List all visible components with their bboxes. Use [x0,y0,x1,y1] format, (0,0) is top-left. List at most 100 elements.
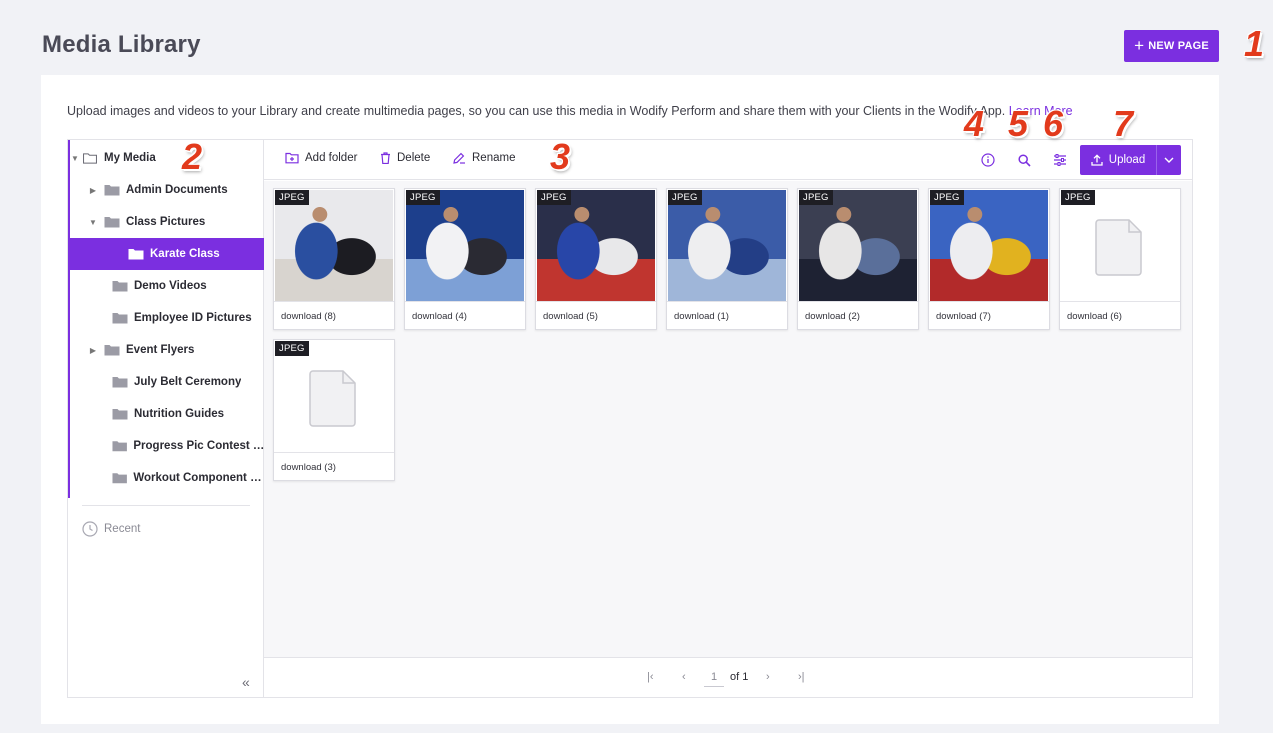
file-type-badge: JPEG [275,341,309,356]
tree-folder-label: Demo Videos [134,280,207,292]
first-page-icon[interactable]: |‹ [647,671,654,683]
media-tile[interactable]: JPEG download (7) [928,188,1050,330]
tree-folder-label: Class Pictures [126,216,206,228]
media-thumbnail-image [930,190,1048,301]
media-tile[interactable]: JPEG download (6) [1059,188,1181,330]
folder-icon [112,409,128,420]
file-name: download (4) [405,301,525,329]
folder-icon [112,377,128,388]
recent-label: Recent [104,523,141,535]
annotation-number: 6 [1043,103,1064,144]
media-tile[interactable]: JPEG download (1) [666,188,788,330]
delete-label: Delete [397,152,431,164]
add-folder-label: Add folder [305,152,358,164]
media-grid: JPEG download (8) JPEG download (4) JPEG down… [264,181,1192,658]
trash-icon [381,152,390,164]
file-type-badge: JPEG [275,190,309,205]
file-type-badge: JPEG [537,190,571,205]
intro-description: Upload images and videos to your Library… [67,104,1006,118]
media-thumbnail-image [668,190,786,301]
tree-folder-label: July Belt Ceremony [134,376,242,388]
media-tile[interactable]: JPEG download (4) [404,188,526,330]
annotation-number: 5 [1008,103,1029,144]
info-icon[interactable] [979,151,997,169]
upload-icon [1091,154,1103,166]
upload-label: Upload [1108,154,1146,166]
upload-options-dropdown[interactable] [1156,145,1181,175]
prev-page-icon[interactable]: ‹ [682,671,686,683]
annotation-number: 7 [1113,103,1134,144]
tree-folder-item[interactable]: ▶ Admin Documents [70,174,265,206]
media-thumbnail-image [275,190,393,301]
page-number-input[interactable]: 1 [704,667,724,687]
chevron-down-icon [1164,157,1174,163]
upload-button[interactable]: Upload [1080,145,1156,175]
tree-folder-item[interactable]: Workout Component Vi... [70,462,265,494]
chevron-down-icon[interactable]: ▼ [88,218,98,227]
folder-icon [104,345,120,356]
tree-folder-item[interactable]: Nutrition Guides [70,398,265,430]
filter-settings-icon[interactable] [1051,151,1069,169]
folder-icon [128,249,144,260]
tree-folder-label: Progress Pic Contest S... [133,440,265,452]
file-type-badge: JPEG [1061,190,1095,205]
folder-tree-list: ▼ My Media ▶ Admin Documents ▼ Class Pictur… [68,140,265,498]
tree-folder-item[interactable]: July Belt Ceremony [70,366,265,398]
tree-folder-item[interactable]: Demo Videos [70,270,265,302]
folder-outline-icon [83,153,97,164]
file-name: download (8) [274,301,394,329]
tree-root-my-media[interactable]: ▼ My Media [70,142,265,174]
tree-folder-label: Karate Class [150,248,220,260]
media-browser: ▼ My Media ▶ Admin Documents ▼ Class Pictur… [67,139,1193,698]
file-name: download (3) [274,452,394,480]
tree-folder-label: Employee ID Pictures [134,312,252,324]
file-type-badge: JPEG [668,190,702,205]
tree-folder-label: Nutrition Guides [134,408,225,420]
next-page-icon[interactable]: › [766,671,770,683]
new-page-button[interactable]: + NEW PAGE [1124,30,1219,62]
last-page-icon[interactable]: ›| [798,671,805,683]
file-name: download (6) [1060,301,1180,329]
clock-icon [82,521,98,537]
tree-folder-label: Event Flyers [126,344,195,356]
file-name: download (1) [667,301,787,329]
chevron-down-icon[interactable]: ▼ [70,154,80,163]
add-folder-button[interactable]: Add folder [285,152,357,164]
pencil-icon [453,152,465,164]
media-tile[interactable]: JPEG download (5) [535,188,657,330]
tree-folder-item[interactable]: ▶ Event Flyers [70,334,265,366]
rename-button[interactable]: Rename [453,152,515,164]
file-type-badge: JPEG [930,190,964,205]
media-library-card: Upload images and videos to your Library… [41,75,1219,724]
file-name: download (2) [798,301,918,329]
tree-folder-item[interactable]: Employee ID Pictures [70,302,265,334]
annotation-number: 4 [964,103,985,144]
collapse-sidebar-icon[interactable]: « [242,674,250,690]
media-tile[interactable]: JPEG download (3) [273,339,395,481]
folder-icon [112,441,127,452]
chevron-right-icon[interactable]: ▶ [88,186,98,195]
annotation-number: 1 [1244,23,1265,64]
page-total: of 1 [730,671,749,683]
plus-icon: + [1134,35,1145,55]
tree-folder-item[interactable]: Progress Pic Contest S... [70,430,265,462]
media-tile[interactable]: JPEG download (8) [273,188,395,330]
tree-folder-item[interactable]: ▼ Class Pictures [70,206,265,238]
file-placeholder-icon [1061,190,1179,301]
search-icon[interactable] [1015,151,1033,169]
annotation-number: 3 [550,136,571,177]
file-type-badge: JPEG [799,190,833,205]
chevron-right-icon[interactable]: ▶ [88,346,98,355]
delete-button[interactable]: Delete [380,152,430,164]
folder-icon [112,313,128,324]
upload-button-group: Upload [1080,145,1181,175]
tree-divider [82,505,250,506]
tree-folder-label: Workout Component Vi... [133,472,265,484]
folder-tree: ▼ My Media ▶ Admin Documents ▼ Class Pictur… [68,140,265,697]
tree-folder-item[interactable]: Karate Class [70,238,265,270]
tree-root-label: My Media [104,152,156,164]
recent-item[interactable]: Recent [82,521,140,537]
annotation-number: 2 [182,136,203,177]
intro-text: Upload images and videos to your Library… [67,104,1073,118]
media-tile[interactable]: JPEG download (2) [797,188,919,330]
